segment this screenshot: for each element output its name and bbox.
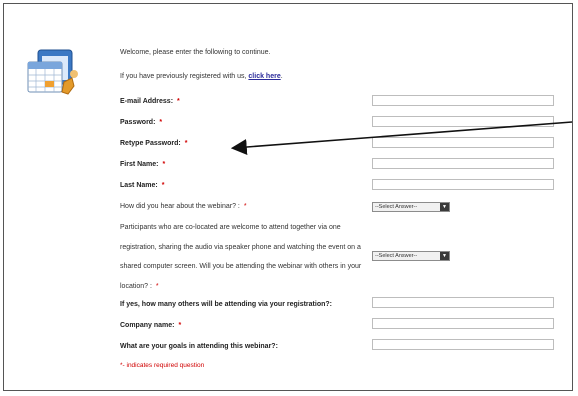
retype-password-label-text: Retype Password: xyxy=(120,140,181,147)
required-marker: * xyxy=(243,203,247,210)
hear-about-label: How did you hear about the webinar? : * xyxy=(120,203,247,210)
chevron-down-icon: ▼ xyxy=(440,203,449,211)
last-name-field[interactable] xyxy=(372,179,554,190)
co-located-text: Participants who are co-located are welc… xyxy=(120,224,362,290)
first-name-label: First Name: * xyxy=(120,161,165,168)
required-note: *- indicates required question xyxy=(120,362,205,369)
last-name-label: Last Name: * xyxy=(120,182,164,189)
password-field[interactable] xyxy=(372,116,554,127)
company-label: Company name: * xyxy=(120,322,181,329)
password-label-text: Password: xyxy=(120,119,156,126)
welcome-text: Welcome, please enter the following to c… xyxy=(120,49,271,56)
how-many-label: If yes, how many others will be attendin… xyxy=(120,301,332,308)
goals-label: What are your goals in attending this we… xyxy=(120,343,278,350)
required-marker: * xyxy=(155,282,159,290)
calendar-register-icon xyxy=(27,49,78,95)
required-marker: * xyxy=(177,98,180,105)
hear-about-select[interactable]: --Select Answer-- ▼ xyxy=(372,202,450,212)
registered-prefix: If you have previously registered with u… xyxy=(120,73,247,80)
co-located-select[interactable]: --Select Answer-- ▼ xyxy=(372,251,450,261)
required-marker: * xyxy=(159,119,163,126)
password-label: Password: * xyxy=(120,119,162,126)
hear-about-label-text: How did you hear about the webinar? : xyxy=(120,203,240,210)
required-marker: * xyxy=(161,182,165,189)
retype-password-label: Retype Password: * xyxy=(120,140,187,147)
select-value: --Select Answer-- xyxy=(375,204,418,210)
company-label-text: Company name: xyxy=(120,322,175,329)
select-value: --Select Answer-- xyxy=(375,253,418,259)
email-label: E-mail Address: * xyxy=(120,98,180,105)
page-frame: Welcome, please enter the following to c… xyxy=(3,3,573,391)
email-label-text: E-mail Address: xyxy=(120,98,174,105)
first-name-field[interactable] xyxy=(372,158,554,169)
last-name-label-text: Last Name: xyxy=(120,182,158,189)
required-marker: * xyxy=(178,322,182,329)
co-located-question: Participants who are co-located are welc… xyxy=(120,218,370,296)
company-field[interactable] xyxy=(372,318,554,329)
email-field[interactable] xyxy=(372,95,554,106)
chevron-down-icon: ▼ xyxy=(440,252,449,260)
retype-password-field[interactable] xyxy=(372,137,554,148)
click-here-link[interactable]: click here xyxy=(248,73,280,80)
registered-suffix: . xyxy=(280,73,283,80)
registered-text: If you have previously registered with u… xyxy=(120,73,283,80)
annotation-arrow xyxy=(230,121,573,155)
how-many-field[interactable] xyxy=(372,297,554,308)
required-marker: * xyxy=(184,140,188,147)
goals-field[interactable] xyxy=(372,339,554,350)
required-marker: * xyxy=(162,161,166,168)
first-name-label-text: First Name: xyxy=(120,161,159,168)
